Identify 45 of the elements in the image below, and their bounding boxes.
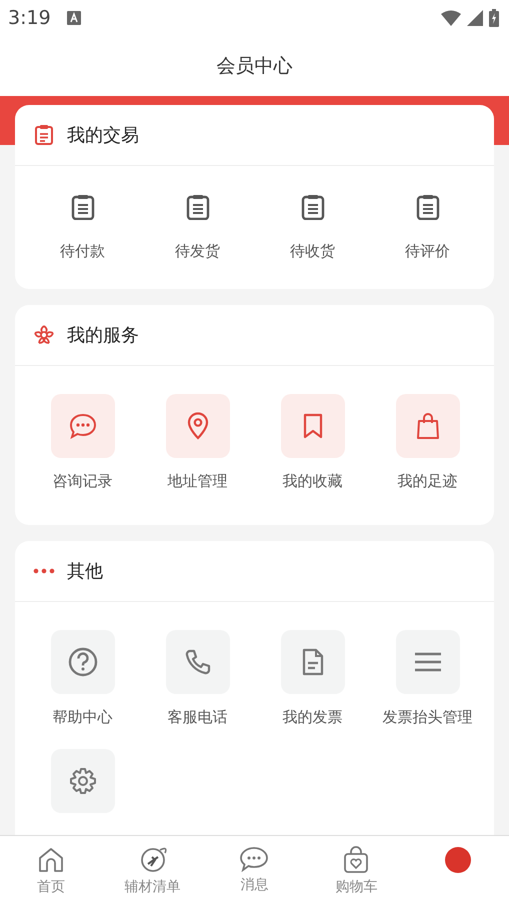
clipboard-icon [300,194,324,220]
order-status-button[interactable]: 待收货 [255,194,370,261]
shopping-bag-heart-icon [343,846,370,874]
dots-icon [33,568,55,574]
message-icon [239,846,270,872]
clipboard-icon [416,194,440,220]
home-icon [36,846,65,874]
tab-bar-item[interactable]: 消息 [204,836,306,906]
section-title: 我的交易 [67,124,139,147]
status-time: 3:19 [8,7,51,29]
signal-icon [467,10,483,26]
other-button[interactable]: 我的发票 [255,630,370,727]
document-icon [302,648,324,676]
service-button[interactable]: 地址管理 [140,394,255,491]
clipboard-icon [70,194,94,220]
order-status-button[interactable]: 待发货 [140,194,255,261]
settings-icon [68,767,96,795]
other-button[interactable]: 发票抬头管理 [370,630,485,727]
bookmark-icon [302,413,324,439]
section-title: 其他 [67,560,103,583]
other-button[interactable]: 帮助中心 [25,630,140,727]
keyboard-icon [66,11,81,25]
help-icon [68,647,98,677]
menu-icon [414,652,442,672]
chat-icon [68,413,96,439]
service-button[interactable]: 我的收藏 [255,394,370,491]
phone-icon [184,648,212,676]
service-button[interactable]: 咨询记录 [25,394,140,491]
wifi-icon [441,10,461,26]
section-title: 我的服务 [67,324,139,347]
order-status-button[interactable]: 待付款 [25,194,140,261]
page-title: 会员中心 [216,54,292,79]
clipboard-icon [186,194,210,220]
avatar-icon [444,846,472,874]
other-button[interactable]: 客服电话 [140,630,255,727]
clipboard-icon [33,124,55,146]
location-pin-icon [186,412,210,440]
service-button[interactable]: 我的足迹 [370,394,485,491]
order-status-button[interactable]: 待评价 [370,194,485,261]
tab-bar-item[interactable]: 首页 [0,836,102,906]
tab-bar-item[interactable]: 辅材清单 [102,836,204,906]
shopping-bag-icon [416,412,440,440]
battery-icon [489,9,499,27]
tab-bar-item[interactable]: 购物车 [305,836,408,906]
flower-icon [33,324,55,346]
